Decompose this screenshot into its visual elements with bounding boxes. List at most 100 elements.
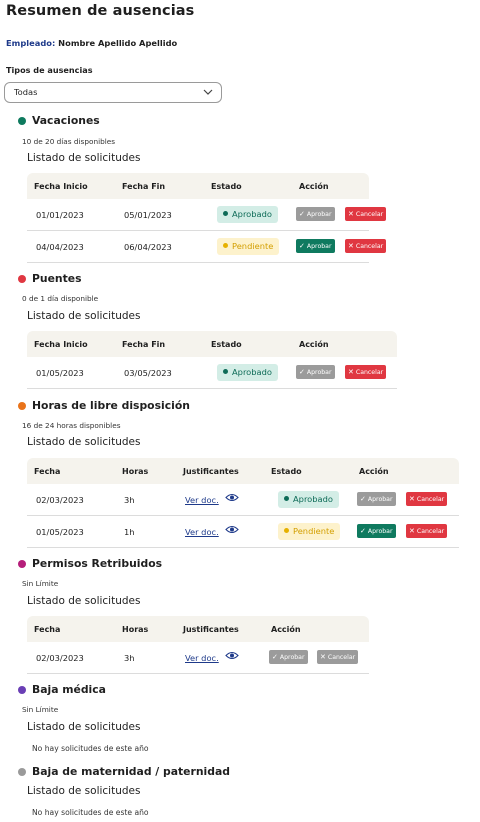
permisos-dot bbox=[18, 559, 26, 568]
absence-type-select[interactable]: Todas bbox=[4, 82, 222, 103]
horas-title-text: Horas de libre disposición bbox=[32, 399, 190, 412]
cancel-button[interactable]: ✕ Cancelar bbox=[345, 365, 387, 379]
end-date: 03/05/2023 bbox=[124, 368, 172, 378]
horas-dot bbox=[18, 401, 26, 410]
status-badge: Aprobado bbox=[278, 491, 339, 508]
close-icon: ✕ bbox=[409, 527, 415, 535]
horas-listado: Listado de solicitudes bbox=[27, 436, 141, 448]
baja-medica-empty: No hay solicitudes de este año bbox=[32, 744, 149, 753]
close-icon: ✕ bbox=[348, 210, 354, 218]
col-accion: Acción bbox=[271, 625, 301, 634]
close-icon: ✕ bbox=[409, 495, 415, 503]
status-badge: Aprobado bbox=[217, 364, 278, 381]
table-row: 04/04/2023 06/04/2023 Pendiente ✓ Aprobar… bbox=[27, 231, 387, 263]
start-date: 01/01/2023 bbox=[36, 210, 84, 220]
baja-medica-title-text: Baja médica bbox=[32, 683, 106, 696]
eye-icon[interactable] bbox=[225, 651, 239, 660]
col-accion: Acción bbox=[299, 340, 329, 349]
permisos-available: Sin Límite bbox=[22, 579, 59, 588]
chevron-down-icon bbox=[203, 83, 213, 109]
approve-button[interactable]: ✓ Aprobar bbox=[296, 365, 335, 379]
table-header: Fecha Horas Justificantes Estado Acción bbox=[27, 458, 459, 484]
vacaciones-dot bbox=[18, 116, 26, 125]
vacaciones-listado: Listado de solicitudes bbox=[27, 152, 141, 164]
table-row: 01/05/2023 1h Ver doc. Pendiente ✓ Aproba… bbox=[27, 516, 459, 548]
table-row: 02/03/2023 3h Ver doc. Aprobado ✓ Aprobar… bbox=[27, 484, 459, 516]
puentes-table: Fecha Inicio Fecha Fin Estado Acción 01/… bbox=[27, 331, 397, 389]
approve-button[interactable]: ✓ Aprobar bbox=[357, 492, 396, 506]
cancel-button[interactable]: ✕ Cancelar bbox=[406, 492, 448, 506]
table-row: 01/05/2023 03/05/2023 Aprobado ✓ Aprobar … bbox=[27, 357, 397, 389]
section-permisos-title: Permisos Retribuidos bbox=[18, 557, 162, 570]
col-accion: Acción bbox=[299, 182, 329, 191]
section-baja-medica-title: Baja médica bbox=[18, 683, 106, 696]
ver-doc-link[interactable]: Ver doc. bbox=[185, 527, 219, 537]
end-date: 06/04/2023 bbox=[124, 242, 172, 252]
approve-button[interactable]: ✓ Aprobar bbox=[269, 650, 308, 664]
col-fecha-inicio: Fecha Inicio bbox=[34, 340, 88, 349]
hours: 3h bbox=[124, 495, 135, 505]
vacaciones-available: 10 de 20 días disponibles bbox=[22, 137, 116, 146]
table-header: Fecha Horas Justificantes Acción bbox=[27, 616, 369, 642]
col-accion: Acción bbox=[359, 467, 389, 476]
start-date: 01/05/2023 bbox=[36, 368, 84, 378]
table-header: Fecha Inicio Fecha Fin Estado Acción bbox=[27, 331, 397, 357]
vacaciones-title-text: Vacaciones bbox=[32, 114, 100, 127]
baja-maternidad-empty: No hay solicitudes de este año bbox=[32, 808, 149, 817]
eye-icon[interactable] bbox=[225, 525, 239, 534]
col-estado: Estado bbox=[211, 182, 242, 191]
col-justificantes: Justificantes bbox=[183, 625, 239, 634]
table-row: 02/03/2023 3h Ver doc. ✓ Aprobar ✕ Cancela… bbox=[27, 642, 369, 674]
permisos-listado: Listado de solicitudes bbox=[27, 595, 141, 607]
hours: 1h bbox=[124, 527, 135, 537]
eye-icon[interactable] bbox=[225, 493, 239, 502]
col-estado: Estado bbox=[211, 340, 242, 349]
section-horas-title: Horas de libre disposición bbox=[18, 399, 190, 412]
col-estado: Estado bbox=[271, 467, 302, 476]
date: 01/05/2023 bbox=[36, 527, 84, 537]
puentes-available: 0 de 1 día disponible bbox=[22, 294, 99, 303]
table-row: 01/01/2023 05/01/2023 Aprobado ✓ Aprobar … bbox=[27, 199, 387, 231]
date: 02/03/2023 bbox=[36, 653, 84, 663]
check-icon: ✓ bbox=[299, 368, 305, 376]
cancel-button[interactable]: ✕ Cancelar bbox=[345, 207, 387, 221]
end-date: 05/01/2023 bbox=[124, 210, 172, 220]
table-header: Fecha Inicio Fecha Fin Estado Acción bbox=[27, 173, 369, 199]
horas-table: Fecha Horas Justificantes Estado Acción … bbox=[27, 458, 459, 548]
check-icon: ✓ bbox=[360, 527, 366, 535]
status-badge: Pendiente bbox=[278, 523, 341, 540]
start-date: 04/04/2023 bbox=[36, 242, 84, 252]
employee-info: Empleado: Nombre Apellido Apellido bbox=[6, 38, 177, 48]
puentes-dot bbox=[18, 274, 26, 283]
approve-button[interactable]: ✓ Aprobar bbox=[357, 524, 396, 538]
col-horas: Horas bbox=[122, 467, 149, 476]
cancel-button[interactable]: ✕ Cancelar bbox=[406, 524, 448, 538]
status-badge: Aprobado bbox=[217, 206, 278, 223]
col-horas: Horas bbox=[122, 625, 149, 634]
check-icon: ✓ bbox=[299, 242, 305, 250]
baja-medica-available: Sin Límite bbox=[22, 705, 59, 714]
baja-maternidad-listado: Listado de solicitudes bbox=[27, 785, 141, 797]
status-badge: Pendiente bbox=[217, 238, 280, 255]
col-fecha-inicio: Fecha Inicio bbox=[34, 182, 88, 191]
baja-medica-listado: Listado de solicitudes bbox=[27, 721, 141, 733]
approve-button[interactable]: ✓ Aprobar bbox=[296, 207, 335, 221]
vacaciones-table: Fecha Inicio Fecha Fin Estado Acción 01/… bbox=[27, 173, 387, 263]
ver-doc-link[interactable]: Ver doc. bbox=[185, 653, 219, 663]
absence-type-value: Todas bbox=[14, 87, 38, 97]
cancel-button[interactable]: ✕ Cancelar bbox=[345, 239, 387, 253]
hours: 3h bbox=[124, 653, 135, 663]
ver-doc-link[interactable]: Ver doc. bbox=[185, 495, 219, 505]
cancel-button[interactable]: ✕ Cancelar bbox=[317, 650, 359, 664]
baja-medica-dot bbox=[18, 685, 26, 694]
page-title: Resumen de ausencias bbox=[6, 3, 195, 19]
employee-label: Empleado: bbox=[6, 38, 56, 48]
section-vacaciones-title: Vacaciones bbox=[18, 114, 100, 127]
puentes-listado: Listado de solicitudes bbox=[27, 310, 141, 322]
section-baja-maternidad-title: Baja de maternidad / paternidad bbox=[18, 765, 230, 778]
check-icon: ✓ bbox=[360, 495, 366, 503]
permisos-table: Fecha Horas Justificantes Acción 02/03/2… bbox=[27, 616, 369, 674]
absence-type-label: Tipos de ausencias bbox=[6, 65, 93, 75]
check-icon: ✓ bbox=[272, 653, 278, 661]
approve-button[interactable]: ✓ Aprobar bbox=[296, 239, 335, 253]
